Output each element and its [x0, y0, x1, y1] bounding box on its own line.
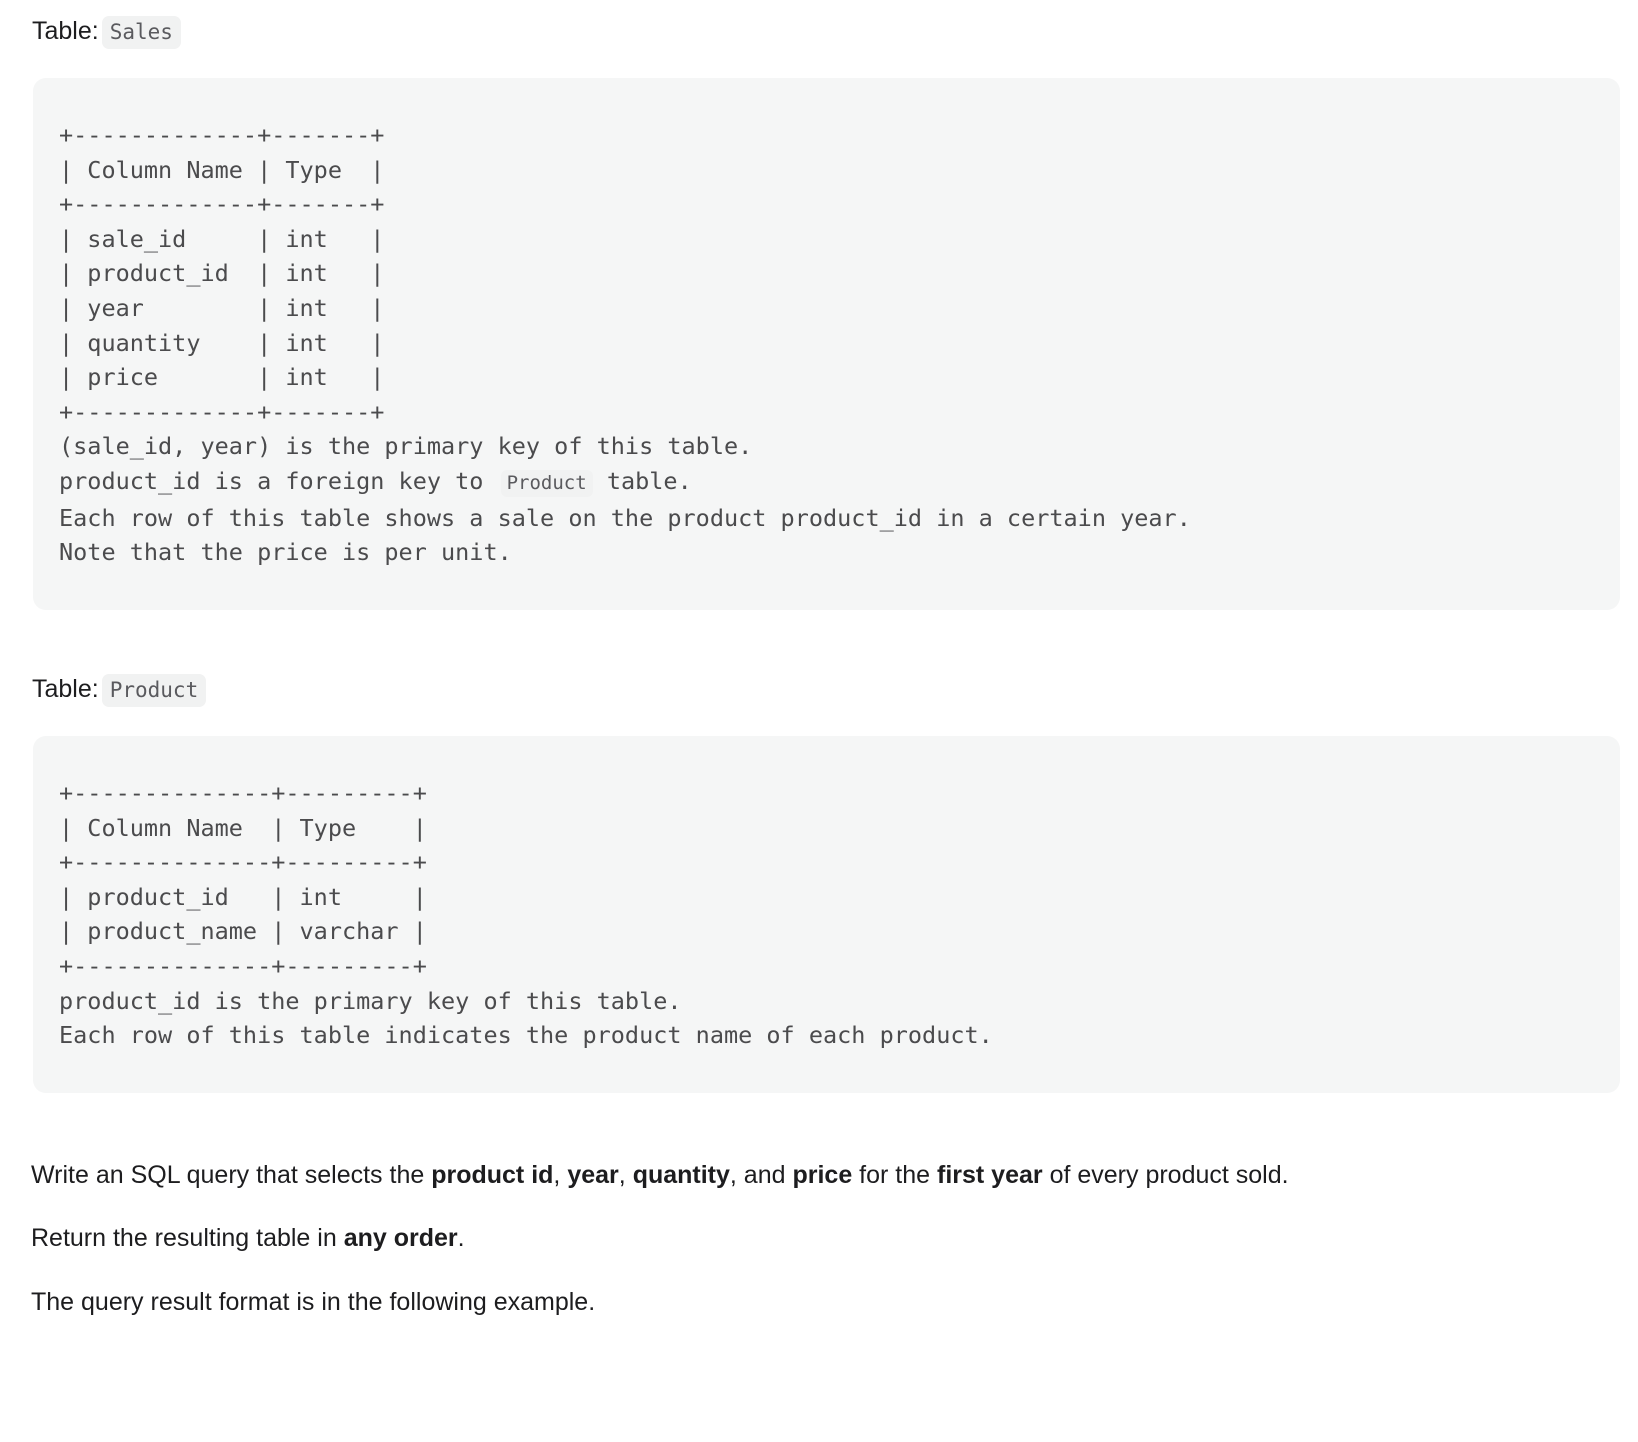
- fk-note-prefix: product_id is a foreign key to: [59, 466, 498, 495]
- table-name-badge-sales: Sales: [101, 16, 181, 49]
- order-text-2: .: [457, 1224, 465, 1252]
- fk-target-table-badge: Product: [500, 469, 593, 497]
- prompt-bold-product-id: product id: [431, 1161, 554, 1189]
- order-bold-any-order: any order: [343, 1224, 458, 1252]
- prompt-bold-price: price: [792, 1161, 853, 1189]
- table-label-prefix: Table:: [32, 17, 99, 45]
- prompt-bold-first-year: first year: [937, 1161, 1043, 1189]
- schema-note-sales-row-meaning: Each row of this table shows a sale on t…: [59, 503, 1191, 532]
- schema-ascii-table-sales: +-------------+-------+ | Column Name | …: [59, 121, 385, 426]
- schema-note-product-primary-key: product_id is the primary key of this ta…: [59, 986, 682, 1015]
- schema-code-block-product: +--------------+---------+ | Column Name…: [33, 736, 1620, 1093]
- schema-ascii-table-product: +--------------+---------+ | Column Name…: [59, 779, 427, 980]
- prompt-text-4: , and: [729, 1161, 793, 1189]
- prompt-paragraph-format: The query result format is in the follow…: [31, 1288, 596, 1316]
- prompt-paragraph-order: Return the resulting table in any order.: [31, 1222, 465, 1256]
- schema-note-product-row-meaning: Each row of this table indicates the pro…: [59, 1021, 993, 1050]
- prompt-text-3: ,: [618, 1161, 633, 1189]
- table-label-sales: Table: Sales: [32, 16, 181, 49]
- prompt-text-1: Write an SQL query that selects the: [31, 1161, 432, 1189]
- fk-note-suffix: table.: [592, 466, 692, 495]
- prompt-text-2: ,: [553, 1161, 568, 1189]
- table-label-prefix: Table:: [32, 675, 99, 703]
- table-name-badge-product: Product: [101, 674, 207, 707]
- schema-note-sales-primary-key: (sale_id, year) is the primary key of th…: [59, 432, 753, 461]
- prompt-bold-year: year: [567, 1161, 619, 1189]
- prompt-text-6: of every product sold.: [1042, 1161, 1289, 1189]
- schema-note-sales-price-unit: Note that the price is per unit.: [59, 538, 512, 567]
- prompt-bold-quantity: quantity: [632, 1161, 730, 1189]
- table-label-product: Table: Product: [32, 674, 207, 707]
- prompt-paragraph-query: Write an SQL query that selects the prod…: [31, 1159, 1289, 1193]
- schema-note-sales-foreign-key: product_id is a foreign key to Product t…: [59, 464, 1584, 501]
- prompt-text-5: for the: [852, 1161, 937, 1189]
- order-text-1: Return the resulting table in: [31, 1224, 344, 1252]
- schema-code-block-sales: +-------------+-------+ | Column Name | …: [33, 78, 1620, 610]
